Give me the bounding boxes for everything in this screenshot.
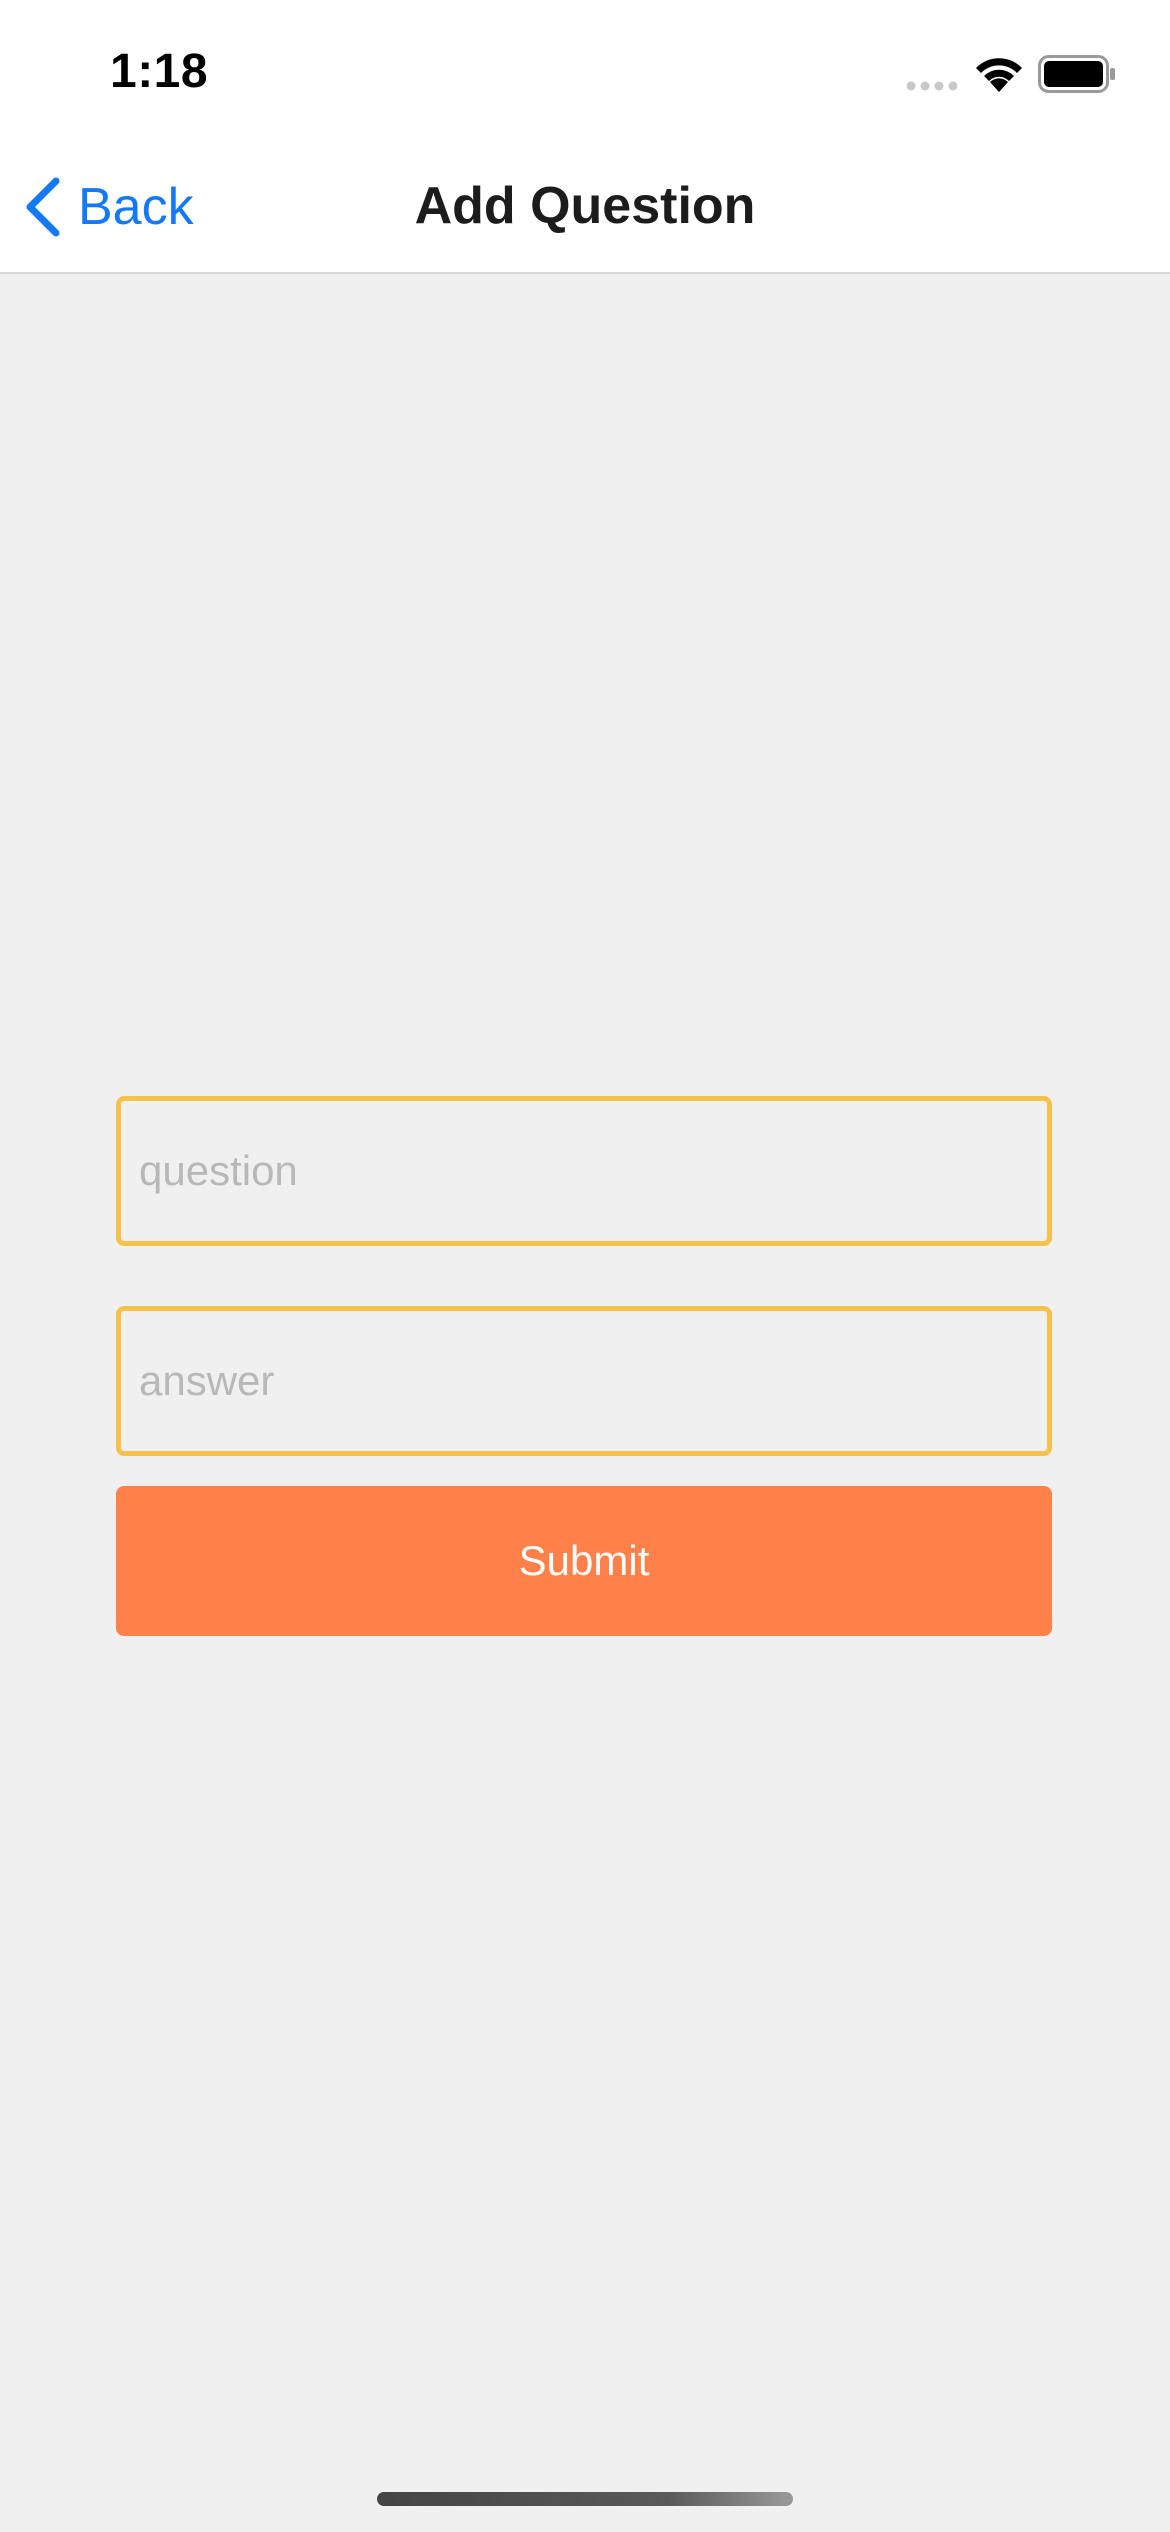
battery-icon <box>1038 55 1115 93</box>
status-bar: 1:18 <box>0 0 1170 150</box>
home-indicator <box>377 2492 793 2506</box>
navigation-bar: Back Add Question <box>0 150 1170 274</box>
submit-button[interactable]: Submit <box>116 1486 1052 1636</box>
status-time: 1:18 <box>110 45 209 98</box>
page-title: Add Question <box>414 177 756 235</box>
wifi-icon <box>976 58 1022 92</box>
question-input[interactable] <box>116 1096 1052 1246</box>
signal-icon <box>906 81 958 91</box>
answer-input[interactable] <box>116 1306 1052 1456</box>
